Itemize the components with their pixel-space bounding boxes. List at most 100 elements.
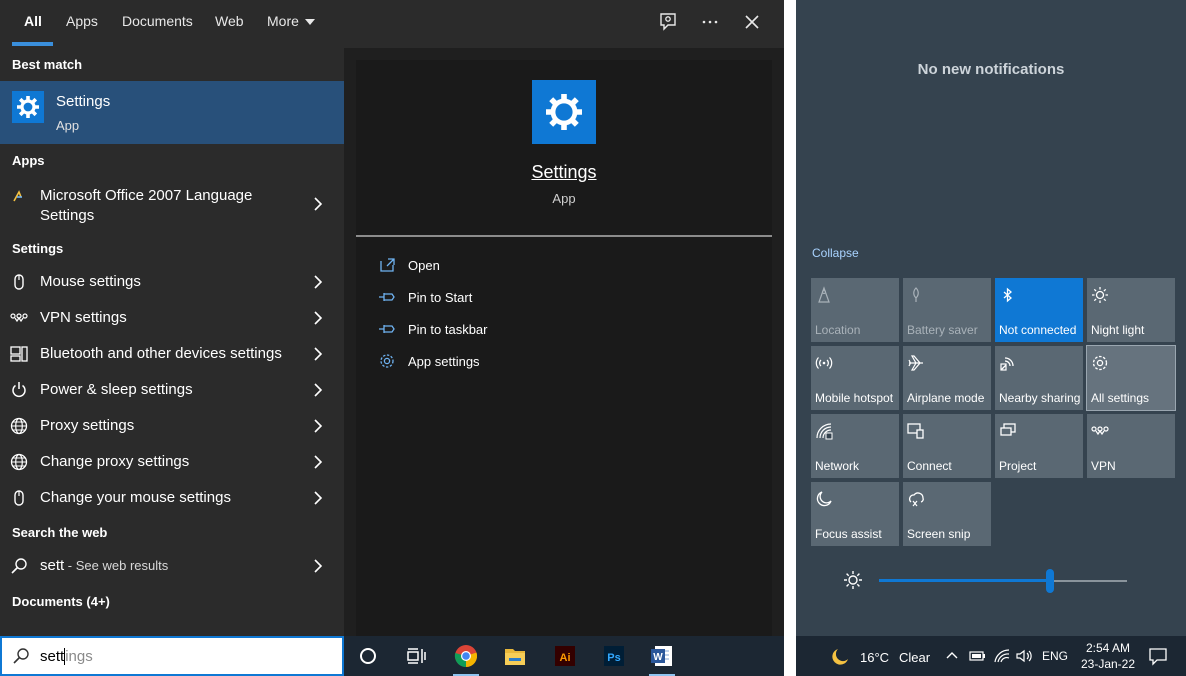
volume-icon[interactable] [1015, 648, 1033, 664]
section-apps: Apps [12, 153, 45, 168]
pin-icon [378, 321, 396, 337]
svg-text:Ps: Ps [607, 652, 620, 664]
search-input[interactable]: settings [0, 636, 344, 676]
search-icon [12, 647, 30, 665]
result-change-proxy-settings[interactable]: Change proxy settings [0, 444, 344, 480]
quick-action-battery-saver[interactable]: Battery saver [903, 278, 991, 342]
tab-active-indicator [12, 42, 53, 46]
action-label: Pin to Start [408, 290, 473, 305]
gear-icon [532, 80, 596, 144]
chevron-right-icon[interactable] [312, 558, 324, 574]
chevron-right-icon[interactable] [312, 382, 324, 398]
chevron-right-icon[interactable] [312, 196, 324, 212]
quick-action-focus-assist[interactable]: Focus assist [811, 482, 899, 546]
quick-action-all-settings[interactable]: All settings [1086, 345, 1176, 411]
action-label: Pin to taskbar [408, 322, 488, 337]
chevron-right-icon[interactable] [312, 310, 324, 326]
result-label: Change your mouse settings [40, 489, 231, 506]
photoshop-icon[interactable]: Ps [598, 640, 630, 672]
collapse-link[interactable]: Collapse [812, 246, 859, 260]
tile-label: Project [999, 459, 1037, 473]
more-options-icon[interactable] [699, 11, 721, 33]
quick-action-location[interactable]: Location [811, 278, 899, 342]
quick-action-night-light[interactable]: Night light [1087, 278, 1175, 342]
tab-apps[interactable]: Apps [66, 0, 98, 46]
illustrator-icon[interactable]: Ai [549, 640, 581, 672]
result-power-sleep-settings[interactable]: Power & sleep settings [0, 372, 344, 408]
result-bluetooth-settings[interactable]: Bluetooth and other devices settings [0, 336, 344, 372]
weather-temperature[interactable]: 16°C [860, 650, 889, 665]
cortana-icon[interactable] [352, 640, 384, 672]
section-documents[interactable]: Documents (4+) [12, 594, 110, 609]
result-web-search[interactable]: sett - See web results [0, 548, 344, 584]
search-filter-tabs: All Apps Documents Web More [0, 0, 784, 48]
wifi-icon[interactable] [993, 648, 1011, 664]
chevron-right-icon[interactable] [312, 454, 324, 470]
result-office-language-settings[interactable]: Microsoft Office 2007 Language Settings [0, 180, 344, 228]
battery-icon[interactable] [968, 648, 986, 664]
mobile-hotspot-icon [815, 354, 833, 372]
tile-label: VPN [1091, 459, 1116, 473]
search-typed-text: sett [40, 648, 65, 665]
tile-label: Screen snip [907, 527, 971, 541]
power-icon [10, 381, 28, 399]
result-mouse-settings[interactable]: Mouse settings [0, 264, 344, 300]
gear-icon [1091, 354, 1109, 372]
result-label: Proxy settings [40, 417, 135, 434]
result-proxy-settings[interactable]: Proxy settings [0, 408, 344, 444]
task-view-icon[interactable] [400, 640, 432, 672]
best-match-settings-app[interactable]: Settings App [0, 81, 344, 144]
quick-action-network[interactable]: Network [811, 414, 899, 478]
tile-label: Network [815, 459, 860, 473]
tab-documents[interactable]: Documents [122, 0, 193, 46]
chevron-up-icon[interactable] [945, 649, 959, 663]
quick-action-bluetooth[interactable]: Not connected [995, 278, 1083, 342]
feedback-icon[interactable] [657, 11, 679, 33]
result-label: Power & sleep settings [40, 381, 193, 398]
quick-action-nearby-sharing[interactable]: Nearby sharing [995, 346, 1083, 410]
quick-action-screen-snip[interactable]: Screen snip [903, 482, 991, 546]
tile-label: Nearby sharing [999, 391, 1081, 405]
tab-web[interactable]: Web [215, 0, 244, 46]
quick-action-project[interactable]: Project [995, 414, 1083, 478]
notifications-icon[interactable] [1148, 646, 1168, 666]
search-icon [10, 557, 28, 575]
quick-action-mobile-hotspot[interactable]: Mobile hotspot [811, 346, 899, 410]
chevron-right-icon[interactable] [312, 418, 324, 434]
section-best-match: Best match [12, 57, 83, 72]
result-change-mouse-settings[interactable]: Change your mouse settings [0, 480, 344, 516]
quick-action-connect[interactable]: Connect [903, 414, 991, 478]
result-label: Mouse settings [40, 273, 141, 290]
file-explorer-icon[interactable] [499, 640, 531, 672]
globe-icon [10, 417, 28, 435]
weather-moon-icon[interactable] [830, 647, 850, 667]
tile-label: Focus assist [815, 527, 882, 541]
quick-action-airplane-mode[interactable]: Airplane mode [903, 346, 991, 410]
chrome-icon[interactable] [450, 640, 482, 676]
start-search-panel: All Apps Documents Web More Best match S… [0, 0, 784, 676]
preview-title[interactable]: Settings [356, 162, 772, 183]
chevron-right-icon[interactable] [312, 490, 324, 506]
chevron-right-icon[interactable] [312, 274, 324, 290]
quick-action-vpn[interactable]: VPN [1087, 414, 1175, 478]
tab-all[interactable]: All [24, 0, 42, 46]
nearby-sharing-icon [999, 354, 1017, 372]
result-vpn-settings[interactable]: VPN settings [0, 300, 344, 336]
chevron-down-icon [304, 19, 315, 26]
result-label: Change proxy settings [40, 453, 190, 470]
connect-icon [907, 422, 925, 440]
close-icon[interactable] [741, 11, 763, 33]
tab-more[interactable]: More [267, 0, 315, 46]
globe-icon [10, 453, 28, 471]
brightness-slider-thumb[interactable] [1046, 569, 1054, 593]
clock[interactable]: 2:54 AM 23-Jan-22 [1078, 640, 1138, 672]
word-icon[interactable]: W [646, 640, 678, 676]
mouse-icon [10, 273, 28, 291]
brightness-slider-fill [879, 579, 1050, 582]
gear-icon [378, 353, 396, 369]
tile-label: Airplane mode [907, 391, 985, 405]
language-indicator[interactable]: ENG [1042, 649, 1068, 663]
weather-condition[interactable]: Clear [899, 650, 930, 665]
preview-subtitle: App [552, 191, 576, 206]
chevron-right-icon[interactable] [312, 346, 324, 362]
